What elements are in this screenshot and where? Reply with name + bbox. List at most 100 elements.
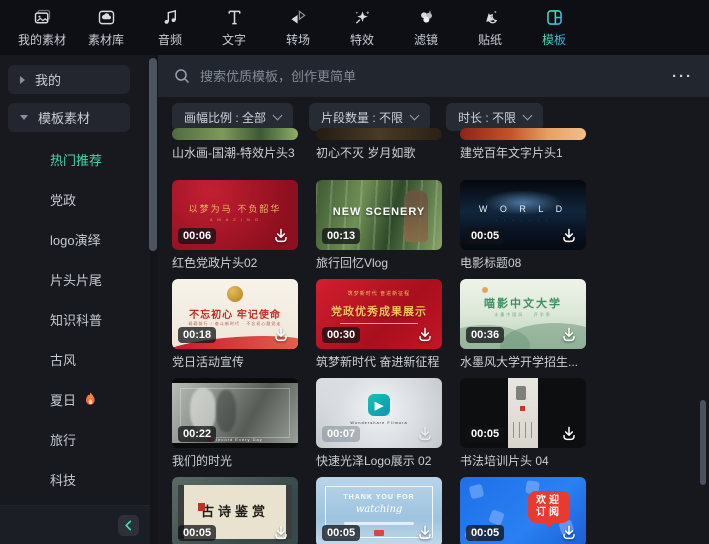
template-thumbnail: 喵影中文大学 水墨中国风 · 开学季 00:36	[460, 279, 586, 349]
duration-badge: 00:36	[466, 327, 505, 343]
download-icon[interactable]	[415, 325, 435, 345]
template-card[interactable]: Record Every Day 00:22 我们的时光	[172, 378, 298, 469]
sidebar-item-summer[interactable]: 夏日	[50, 390, 97, 408]
filter-row: 画幅比例 : 全部 片段数量 : 不限 时长 : 不限	[172, 103, 544, 131]
template-card[interactable]: 山水画-国潮-特效片头3	[172, 128, 298, 161]
template-card[interactable]: 古诗鉴赏 00:05 古诗鉴赏	[172, 477, 298, 544]
template-card[interactable]: 以梦为马 不负韶华 A M A Z I N G 00:06 红色党政片头02	[172, 180, 298, 271]
tab-templates-active[interactable]: 模板	[522, 0, 586, 55]
search-bar: ···	[158, 55, 709, 97]
sidebar-footer	[0, 505, 150, 544]
text-icon	[228, 10, 240, 25]
template-card[interactable]: 00:05 书法培训片头 04	[460, 378, 586, 469]
tab-effects[interactable]: 特效	[330, 0, 394, 55]
filter-icon	[420, 11, 432, 23]
template-card[interactable]: 筑梦新时代 奋进新征程 党政优秀成果展示 00:30 筑梦新时代 奋进新征程	[316, 279, 442, 370]
filter-aspect-ratio[interactable]: 画幅比例 : 全部	[172, 103, 294, 131]
collapse-sidebar-button[interactable]	[118, 515, 139, 536]
tab-stock-library[interactable]: 素材库	[74, 0, 138, 55]
template-card[interactable]: NEW SCENERY 00:13 旅行回忆Vlog	[316, 180, 442, 271]
download-icon[interactable]	[559, 523, 579, 543]
content-scrollbar[interactable]	[700, 400, 706, 485]
template-row: 山水画-国潮-特效片头3 初心不灭 岁月如歌 建党百年文字片头1	[172, 128, 586, 161]
sidebar-item-knowledge[interactable]: 知识科普	[50, 310, 102, 328]
sidebar-item-ancient-style[interactable]: 古风	[50, 350, 76, 368]
tab-filters[interactable]: 滤镜	[394, 0, 458, 55]
download-icon[interactable]	[415, 424, 435, 444]
filter-clip-count[interactable]: 片段数量 : 不限	[309, 103, 431, 131]
my-media-icon	[34, 9, 50, 24]
template-thumbnail: Record Every Day 00:22	[172, 378, 298, 448]
template-thumbnail: NEW SCENERY 00:13	[316, 180, 442, 250]
tab-my-media[interactable]: 我的素材	[10, 0, 74, 55]
flame-icon	[85, 391, 95, 405]
audio-icon	[164, 10, 176, 24]
tab-transition[interactable]: 转场	[266, 0, 330, 55]
template-thumbnail	[316, 128, 442, 140]
tab-label: 音频	[157, 33, 182, 47]
template-thumbnail: 筑梦新时代 奋进新征程 党政优秀成果展示 00:30	[316, 279, 442, 349]
sidebar-item-logo[interactable]: logo演绎	[50, 230, 101, 248]
duration-badge: 00:22	[178, 426, 217, 442]
template-card[interactable]: THANK YOU FOR watching 00:05 THANK YOU F…	[316, 477, 442, 544]
duration-badge: 00:05	[178, 525, 217, 541]
sidebar-item-tech[interactable]: 科技	[50, 470, 76, 488]
more-options-button[interactable]: ···	[672, 68, 693, 85]
tab-stickers[interactable]: 贴纸	[458, 0, 522, 55]
sidebar-item-hot[interactable]: 热门推荐	[50, 150, 102, 168]
search-input[interactable]	[200, 68, 662, 84]
template-thumbnail: 欢迎 订阅 00:05	[460, 477, 586, 544]
template-card[interactable]: 喵影中文大学 水墨中国风 · 开学季 00:36 水墨风大学开学招生...	[460, 279, 586, 370]
template-card[interactable]: W O R L D · · · · · · · 00:05 电影标题08	[460, 180, 586, 271]
duration-badge: 00:05	[322, 525, 361, 541]
template-card[interactable]: ▶ Wondershare Filmora 00:07 快速光泽Logo展示 0…	[316, 378, 442, 469]
download-icon[interactable]	[271, 226, 291, 246]
sidebar-group-template-assets[interactable]: 模板素材	[8, 103, 130, 132]
subscribe-bubble: 欢迎 订阅	[528, 491, 570, 528]
templates-panel: ··· 画幅比例 : 全部 片段数量 : 不限 时长 : 不限 山水画-国潮-特…	[158, 55, 709, 544]
template-thumbnail	[172, 128, 298, 140]
chevron-down-icon	[272, 110, 283, 120]
sidebar-scrollbar[interactable]	[149, 58, 157, 251]
tab-label: 我的素材	[17, 33, 66, 47]
tab-label: 转场	[285, 33, 310, 47]
duration-badge: 00:05	[466, 426, 505, 442]
tab-label: 滤镜	[413, 33, 438, 47]
download-icon[interactable]	[271, 325, 291, 345]
tab-label-active: 模板	[541, 33, 566, 47]
tab-text[interactable]: 文字	[202, 0, 266, 55]
download-icon[interactable]	[415, 523, 435, 543]
sidebar-item-travel[interactable]: 旅行	[50, 430, 76, 448]
chevron-down-icon	[20, 115, 28, 120]
duration-badge: 00:05	[466, 228, 505, 244]
tab-label: 贴纸	[477, 33, 502, 47]
template-card[interactable]: 初心不灭 岁月如歌	[316, 128, 442, 161]
party-emblem	[227, 286, 243, 302]
template-thumbnail: THANK YOU FOR watching 00:05	[316, 477, 442, 544]
tab-label: 特效	[349, 33, 374, 47]
template-thumbnail: 00:05	[460, 378, 586, 448]
template-card[interactable]: 不忘初心 牢记使命 砥砺前行 / 奋斗新时代 · 不忘初心跟党走 00:18 党…	[172, 279, 298, 370]
top-toolbar: 我的素材 素材库 音频 文字 转场 特效 滤镜 贴纸 模板	[0, 0, 709, 55]
download-icon[interactable]	[559, 226, 579, 246]
search-icon	[175, 69, 190, 84]
sidebar-item-party[interactable]: 党政	[50, 190, 76, 208]
tab-audio[interactable]: 音频	[138, 0, 202, 55]
template-thumbnail	[460, 128, 586, 140]
template-card[interactable]: 欢迎 订阅 00:05 欢迎订阅	[460, 477, 586, 544]
template-thumbnail: 以梦为马 不负韶华 A M A Z I N G 00:06	[172, 180, 298, 250]
download-icon[interactable]	[271, 523, 291, 543]
filter-duration[interactable]: 时长 : 不限	[446, 103, 544, 131]
chevron-right-icon	[20, 75, 25, 84]
template-row: 古诗鉴赏 00:05 古诗鉴赏 THANK YOU FOR watching 0…	[172, 477, 586, 544]
template-row: Record Every Day 00:22 我们的时光 ▶ Wondersha…	[172, 378, 586, 469]
template-thumbnail: 不忘初心 牢记使命 砥砺前行 / 奋斗新时代 · 不忘初心跟党走 00:18	[172, 279, 298, 349]
duration-badge: 00:07	[322, 426, 361, 442]
sidebar-item-intro-outro[interactable]: 片头片尾	[50, 270, 102, 288]
download-icon[interactable]	[559, 325, 579, 345]
effects-icon	[355, 11, 369, 24]
transition-icon	[291, 10, 306, 24]
download-icon[interactable]	[559, 424, 579, 444]
sidebar-group-mine[interactable]: 我的	[8, 65, 130, 94]
template-card[interactable]: 建党百年文字片头1	[460, 128, 586, 161]
